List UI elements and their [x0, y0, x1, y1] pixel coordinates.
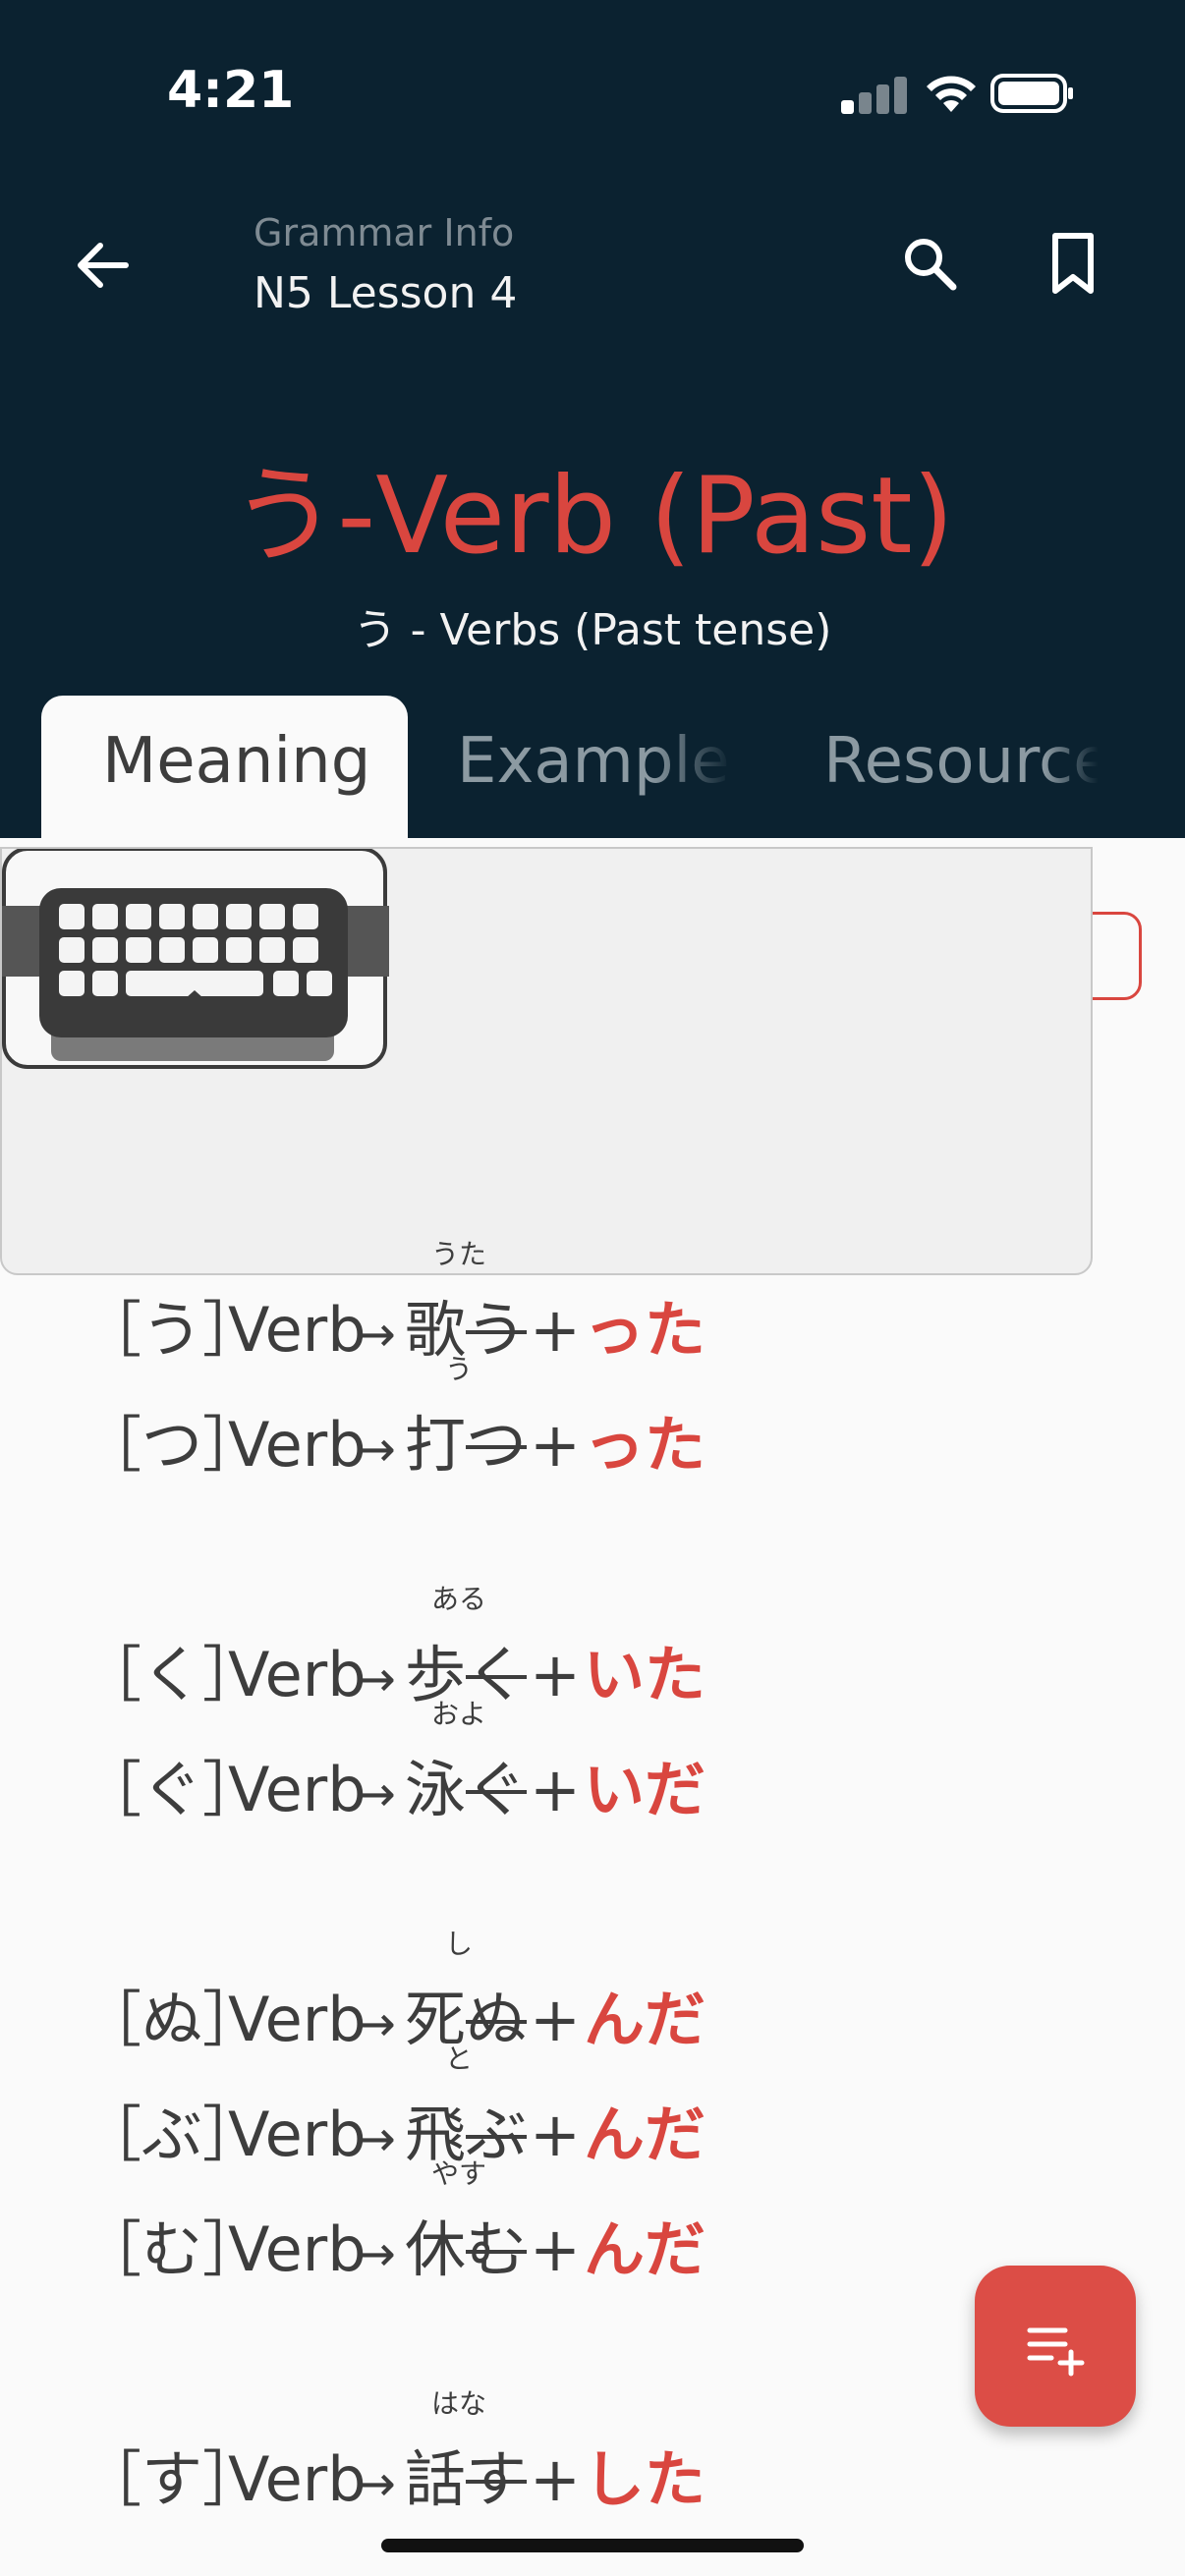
plus-sign: +: [530, 1754, 581, 1825]
signal-bar: [841, 100, 854, 114]
plus-sign: +: [530, 1639, 581, 1710]
back-arrow-icon[interactable]: [73, 236, 132, 295]
conjugation-row: ［う］Verb→ うた 歌う+った: [81, 1238, 706, 1378]
furigana: う: [444, 1353, 473, 1385]
status-icons: [841, 69, 1077, 120]
furigana: やす: [430, 2157, 486, 2190]
breadcrumb-section: Grammar Info: [254, 211, 515, 254]
add-to-list-button[interactable]: [975, 2266, 1136, 2427]
breadcrumb-lesson: N5 Lesson 4: [254, 268, 518, 318]
verb-ending-label: ［う］: [81, 1294, 264, 1366]
arrow-icon: →: [355, 1765, 396, 1822]
plus-sign: +: [530, 1984, 581, 2055]
tab-meaning-label[interactable]: Meaning: [102, 725, 370, 798]
past-ending: した: [584, 2443, 706, 2515]
conjugation-row: ［く］Verb→ ある 歩く+いた: [81, 1583, 706, 1723]
arrow-icon: →: [355, 2110, 396, 2167]
verb-word: Verb: [228, 2443, 367, 2515]
signal-bar: [894, 77, 907, 114]
verb-kanji: 休: [405, 2213, 467, 2285]
past-ending: いた: [584, 1639, 706, 1710]
past-ending: んだ: [584, 2099, 706, 2170]
verb-word: Verb: [228, 1294, 367, 1366]
verb-word: Verb: [228, 1754, 367, 1825]
tab-examples[interactable]: Examples: [457, 725, 732, 798]
arrow-icon: →: [355, 1421, 396, 1478]
wifi-icon: [927, 76, 976, 112]
status-time: 4:21: [167, 61, 295, 120]
conjugation-row: ［つ］Verb→ う打つ+った: [81, 1353, 706, 1493]
conjugation-row: ［ぐ］Verb→ およ泳ぐ+いだ: [81, 1698, 706, 1838]
plus-sign: +: [530, 2099, 581, 2170]
furigana: およ: [430, 1698, 486, 1730]
plus-sign: +: [530, 2443, 581, 2515]
past-ending: った: [584, 1294, 706, 1366]
struck-kana: す: [466, 2443, 528, 2515]
signal-bar: [876, 84, 889, 114]
verb-ending-label: ［む］: [81, 2213, 264, 2285]
plus-sign: +: [530, 2213, 581, 2285]
app-header: 4:21 Grammar Info N5 Lesson 4 う-Verb (Pa…: [0, 0, 1185, 843]
verb-word: Verb: [228, 2213, 367, 2285]
verb-kanji: 話: [405, 2443, 467, 2515]
verb-ending-label: ［ぐ］: [81, 1754, 264, 1825]
past-ending: いだ: [584, 1754, 706, 1825]
verb-word: Verb: [228, 1409, 367, 1481]
home-indicator[interactable]: [381, 2539, 804, 2552]
conjugation-row: ［ぬ］Verb→ し死ぬ+んだ: [81, 1928, 706, 2068]
battery-icon: [990, 74, 1073, 113]
verb-ending-label: ［す］: [81, 2443, 264, 2515]
verb-word: Verb: [228, 2099, 367, 2170]
furigana: と: [444, 2043, 473, 2075]
plus-sign: +: [530, 1409, 581, 1481]
verb-word: Verb: [228, 1984, 367, 2055]
verb-word: Verb: [228, 1639, 367, 1710]
arrow-icon: →: [355, 1306, 396, 1363]
signal-bar: [859, 92, 872, 114]
verb-kanji: 泳: [405, 1754, 467, 1825]
conjugation-row: ［む］Verb→ やす休む+んだ: [81, 2157, 706, 2298]
arrow-icon: →: [355, 2455, 396, 2512]
arrow-icon: →: [355, 2225, 396, 2282]
bookmark-icon[interactable]: [1044, 232, 1102, 295]
page-subtitle: う - Verbs (Past tense): [353, 605, 832, 655]
furigana: うた: [430, 1238, 486, 1270]
past-ending: んだ: [584, 2213, 706, 2285]
keyboard-popup[interactable]: [0, 847, 1093, 1275]
tab-resources[interactable]: Resources: [823, 725, 1099, 798]
arrow-icon: →: [355, 1995, 396, 2052]
struck-kana: つ: [466, 1409, 528, 1481]
page-title: う-Verb (Past): [231, 455, 954, 578]
verb-kanji: 打: [405, 1409, 467, 1481]
past-ending: った: [584, 1409, 706, 1481]
arrow-icon: →: [355, 1651, 396, 1708]
conjugation-row: ［す］Verb→ はな話す+した: [81, 2387, 706, 2528]
keyboard-icon[interactable]: [2, 849, 389, 1071]
struck-kana: む: [466, 2213, 528, 2285]
search-icon[interactable]: [900, 234, 959, 293]
playlist-add-icon: [1027, 2327, 1085, 2377]
struck-kana: ぐ: [466, 1754, 528, 1825]
verb-ending-label: ［つ］: [81, 1409, 264, 1481]
furigana: はな: [430, 2387, 486, 2420]
plus-sign: +: [530, 1294, 581, 1366]
furigana: し: [444, 1928, 473, 1960]
past-ending: んだ: [584, 1984, 706, 2055]
verb-ending-label: ［ぶ］: [81, 2099, 264, 2170]
furigana: ある: [430, 1583, 486, 1615]
verb-ending-label: ［く］: [81, 1639, 264, 1710]
conjugation-row: ［ぶ］Verb→ と飛ぶ+んだ: [81, 2043, 706, 2183]
verb-ending-label: ［ぬ］: [81, 1984, 264, 2055]
